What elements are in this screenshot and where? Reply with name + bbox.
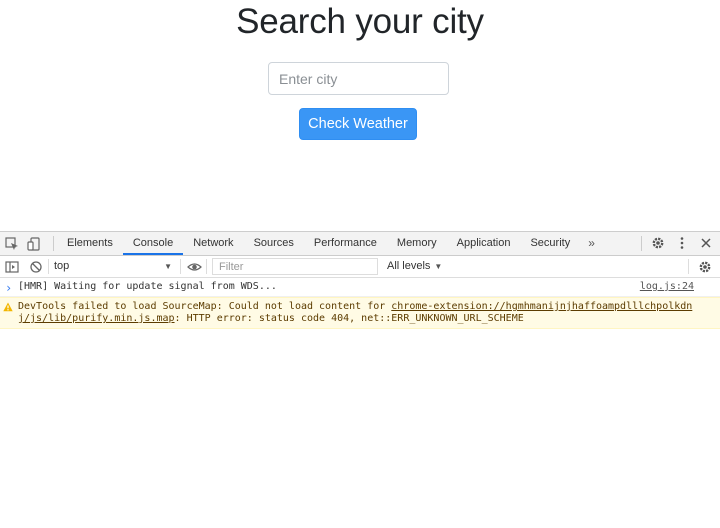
tab-sources[interactable]: Sources <box>244 232 304 255</box>
filterbar-divider <box>206 259 207 274</box>
filterbar-divider <box>48 259 49 274</box>
sidebar-toggle-icon[interactable] <box>4 259 20 275</box>
console-filterbar: top ▼ All levels▼ <box>0 256 720 278</box>
filterbar-divider <box>180 259 181 274</box>
more-tabs-button[interactable]: » <box>580 232 603 255</box>
check-weather-button[interactable]: Check Weather <box>299 108 417 140</box>
log-levels-dropdown[interactable]: All levels ▼ <box>387 259 442 274</box>
context-selector[interactable]: top ▼ <box>54 259 174 274</box>
tab-memory[interactable]: Memory <box>387 232 447 255</box>
console-message-log: [HMR] Waiting for update signal from WDS… <box>0 278 720 297</box>
tab-network[interactable]: Network <box>183 232 243 255</box>
console-settings-gear-icon[interactable] <box>697 259 713 275</box>
clear-console-icon[interactable] <box>28 259 44 275</box>
console-filter-input[interactable] <box>212 258 378 275</box>
city-input[interactable] <box>268 62 449 95</box>
tab-performance[interactable]: Performance <box>304 232 387 255</box>
weather-app: Search your city Check Weather <box>0 0 720 231</box>
warning-text-suffix: : HTTP error: status code 404, net::ERR_… <box>174 313 524 324</box>
dropdown-arrow-icon: ▼ <box>164 262 172 271</box>
devtools-panel: Elements Console Network Sources Performance… <box>0 231 720 528</box>
close-devtools-icon[interactable] <box>698 235 714 251</box>
inspect-element-icon[interactable] <box>4 236 20 252</box>
toolbar-divider <box>53 236 54 251</box>
log-source-link[interactable]: log.js:24 <box>640 281 694 293</box>
tab-console[interactable]: Console <box>122 232 184 255</box>
toolbar-divider <box>641 235 642 251</box>
more-options-icon[interactable] <box>674 235 690 251</box>
context-value: top <box>54 260 70 272</box>
devtools-tabs: Elements Console Network Sources Performance… <box>57 232 603 255</box>
tab-application[interactable]: Application <box>447 232 521 255</box>
page-title: Search your city <box>236 2 484 41</box>
console-message-warning: DevTools failed to load SourceMap: Could… <box>0 297 720 329</box>
log-text: [HMR] Waiting for update signal from WDS… <box>18 281 277 292</box>
log-levels-label: All levels <box>387 260 431 272</box>
devtools-tabbar: Elements Console Network Sources Performance… <box>0 232 720 256</box>
warning-icon <box>3 302 13 316</box>
tab-elements[interactable]: Elements <box>57 232 123 255</box>
tab-security[interactable]: Security <box>520 232 580 255</box>
settings-gear-icon[interactable] <box>650 235 666 251</box>
console-prompt-icon[interactable]: › <box>5 281 12 295</box>
filterbar-divider <box>688 259 689 274</box>
eye-icon[interactable] <box>186 259 202 275</box>
device-toolbar-icon[interactable] <box>26 236 42 252</box>
warning-text-prefix: DevTools failed to load SourceMap: Could… <box>18 301 392 312</box>
console-messages: [HMR] Waiting for update signal from WDS… <box>0 278 720 329</box>
dropdown-arrow-icon: ▼ <box>434 262 443 271</box>
